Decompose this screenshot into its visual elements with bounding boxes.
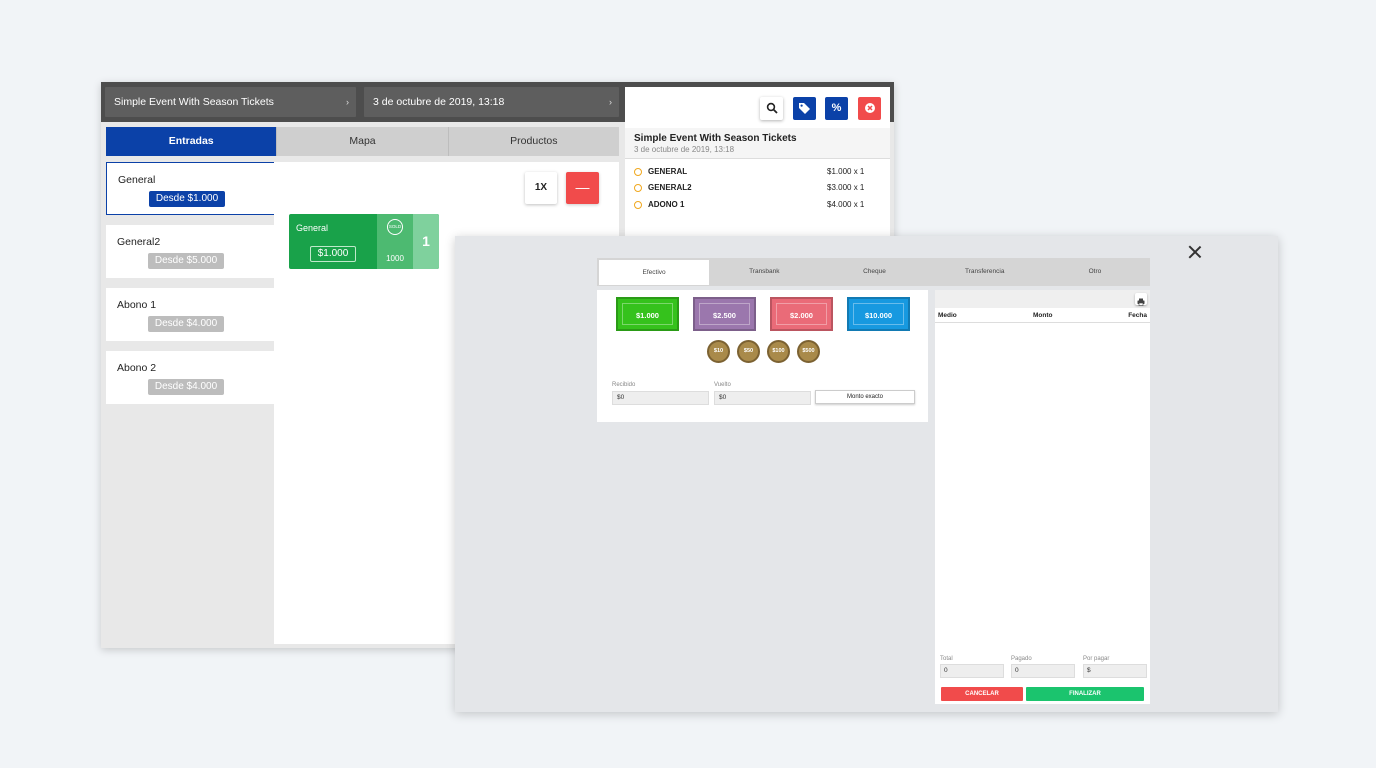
coin-button-500[interactable]: $500 xyxy=(797,340,820,363)
print-button[interactable] xyxy=(1135,293,1147,306)
summary-item-price: $1.000 x 1 xyxy=(827,167,865,176)
column-header: Fecha xyxy=(1128,312,1147,319)
column-header: Monto xyxy=(1033,312,1053,319)
bill-label: $2.000 xyxy=(790,311,813,320)
summary-item-price: $4.000 x 1 xyxy=(827,200,865,209)
tab-efectivo[interactable]: Efectivo xyxy=(599,260,710,285)
due-label: Por pagar xyxy=(1083,656,1110,662)
status-dot-icon xyxy=(634,201,642,209)
ticket-stock-count: 1000 xyxy=(386,254,404,263)
event-select[interactable]: Simple Event With Season Tickets › xyxy=(105,87,356,117)
change-label: Vuelto xyxy=(714,382,731,388)
received-label: Recibido xyxy=(612,382,636,388)
category-name: Abono 2 xyxy=(117,362,157,374)
payment-modal: Efectivo Transbank Cheque Transferencia … xyxy=(455,236,1278,712)
ticket-card-general[interactable]: General $1.000 SOLD 1000 1 xyxy=(289,214,439,269)
search-icon xyxy=(766,102,778,114)
chevron-right-icon: › xyxy=(346,97,349,107)
paid-field: 0 xyxy=(1011,664,1075,678)
exact-amount-button[interactable]: Monto exacto xyxy=(815,390,915,404)
cancel-circle-icon xyxy=(864,103,875,113)
category-item-general[interactable]: General Desde $1.000 xyxy=(106,162,276,215)
category-name: General2 xyxy=(117,236,161,248)
tab-transbank[interactable]: Transbank xyxy=(709,258,819,286)
search-button[interactable] xyxy=(760,97,783,120)
paid-label: Pagado xyxy=(1011,656,1032,662)
remove-button[interactable]: — xyxy=(566,172,599,204)
bill-label: $1.000 xyxy=(636,311,659,320)
category-price-badge: Desde $4.000 xyxy=(148,379,224,395)
coin-button-100[interactable]: $100 xyxy=(767,340,790,363)
due-field: $ xyxy=(1083,664,1147,678)
history-table-header: Medio Monto Fecha xyxy=(935,309,1150,323)
category-name: General xyxy=(118,174,156,186)
chevron-right-icon: › xyxy=(609,97,612,107)
total-label: Total xyxy=(940,656,953,662)
tag-icon xyxy=(799,103,810,114)
bill-button-2500[interactable]: $2.500 xyxy=(693,297,756,331)
multiplier-button[interactable]: 1X xyxy=(525,172,557,204)
coin-button-10[interactable]: $10 xyxy=(707,340,730,363)
category-name: Abono 1 xyxy=(117,299,157,311)
category-item-abono-2[interactable]: Abono 2 Desde $4.000 xyxy=(106,351,276,404)
payment-history-panel: Medio Monto Fecha Total 0 Pagado 0 Por p… xyxy=(935,290,1150,704)
close-icon[interactable] xyxy=(1188,245,1202,259)
tab-otro[interactable]: Otro xyxy=(1040,258,1150,286)
summary-item-price: $3.000 x 1 xyxy=(827,183,865,192)
cash-panel: $1.000 $2.500 $2.000 $10.000 $10 $50 $10… xyxy=(597,290,928,422)
summary-header: Simple Event With Season Tickets 3 de oc… xyxy=(625,128,890,159)
summary-item-name: GENERAL xyxy=(648,167,688,176)
tab-productos[interactable]: Productos xyxy=(449,127,619,156)
printer-icon xyxy=(1137,298,1145,306)
ticket-price: $1.000 xyxy=(310,246,356,262)
tab-transferencia[interactable]: Transferencia xyxy=(930,258,1040,286)
tab-entradas[interactable]: Entradas xyxy=(106,127,278,156)
category-item-general2[interactable]: General2 Desde $5.000 xyxy=(106,225,276,278)
bill-button-10000[interactable]: $10.000 xyxy=(847,297,910,331)
date-select[interactable]: 3 de octubre de 2019, 13:18 › xyxy=(364,87,619,117)
change-input[interactable]: $0 xyxy=(714,391,811,405)
history-toolbar xyxy=(935,290,1150,308)
sale-tabs: Entradas Mapa Productos xyxy=(106,127,619,156)
column-header: Medio xyxy=(938,312,957,319)
tab-cheque[interactable]: Cheque xyxy=(819,258,929,286)
bill-label: $2.500 xyxy=(713,311,736,320)
summary-item[interactable]: GENERAL $1.000 x 1 xyxy=(634,167,884,179)
percent-discount-button[interactable]: % xyxy=(825,97,848,120)
coin-button-50[interactable]: $50 xyxy=(737,340,760,363)
status-dot-icon xyxy=(634,184,642,192)
finish-button[interactable]: FINALIZAR xyxy=(1026,687,1144,701)
summary-item-name: ADONO 1 xyxy=(648,200,685,209)
ticket-stock: SOLD 1000 xyxy=(377,214,413,269)
bill-label: $10.000 xyxy=(864,311,893,320)
category-item-abono-1[interactable]: Abono 1 Desde $4.000 xyxy=(106,288,276,341)
tab-mapa[interactable]: Mapa xyxy=(277,127,449,156)
received-input[interactable]: $0 xyxy=(612,391,709,405)
discount-tag-button[interactable] xyxy=(793,97,816,120)
status-dot-icon xyxy=(634,168,642,176)
ticket-name: General xyxy=(296,223,329,233)
summary-item[interactable]: ADONO 1 $4.000 x 1 xyxy=(634,200,884,212)
category-price-badge: Desde $5.000 xyxy=(148,253,224,269)
bill-button-2000[interactable]: $2.000 xyxy=(770,297,833,331)
date-select-label: 3 de octubre de 2019, 13:18 xyxy=(373,96,505,108)
payment-method-tabs: Efectivo Transbank Cheque Transferencia … xyxy=(597,258,1150,286)
ticket-quantity: 1 xyxy=(413,214,439,269)
category-price-badge: Desde $1.000 xyxy=(149,191,225,207)
category-price-badge: Desde $4.000 xyxy=(148,316,224,332)
total-field: 0 xyxy=(940,664,1004,678)
bill-button-1000[interactable]: $1.000 xyxy=(616,297,679,331)
cancel-button[interactable]: CANCELAR xyxy=(941,687,1023,701)
event-select-label: Simple Event With Season Tickets xyxy=(114,96,274,108)
summary-date: 3 de octubre de 2019, 13:18 xyxy=(634,145,735,154)
sold-badge-icon: SOLD xyxy=(387,219,403,235)
summary-title: Simple Event With Season Tickets xyxy=(634,133,797,144)
summary-item-name: GENERAL2 xyxy=(648,183,692,192)
order-summary: % Simple Event With Season Tickets 3 de … xyxy=(625,87,890,239)
clear-order-button[interactable] xyxy=(858,97,881,120)
summary-item[interactable]: GENERAL2 $3.000 x 1 xyxy=(634,183,884,195)
